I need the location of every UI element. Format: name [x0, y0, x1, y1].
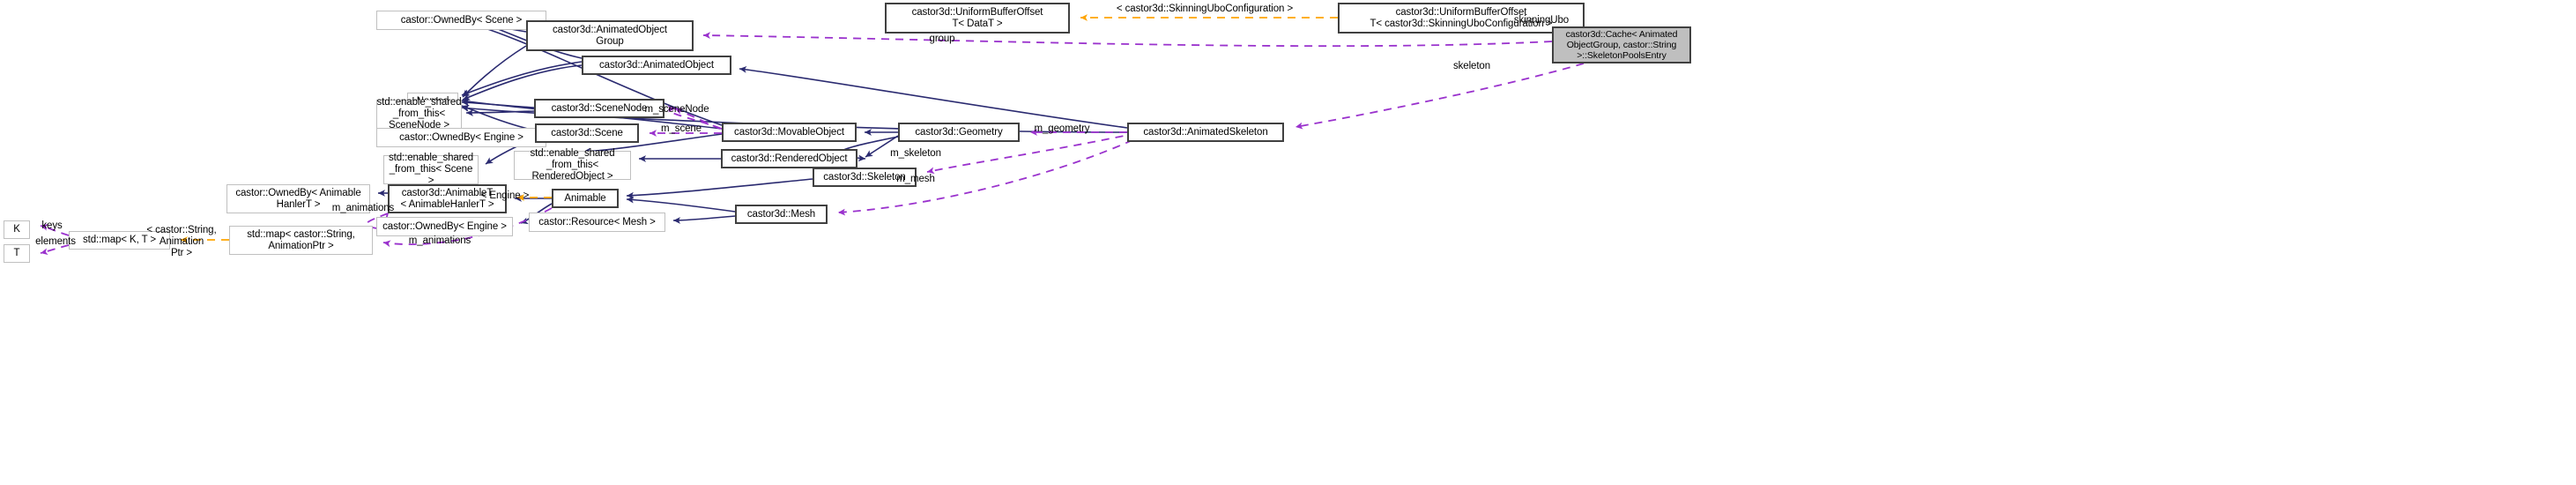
- node-castor3d-cache-skeletonpoolsentry[interactable]: castor3d::Cache< Animated ObjectGroup, c…: [1552, 26, 1691, 63]
- edge-label-keys: keys: [41, 220, 63, 231]
- node-castor-ownedby-scene[interactable]: castor::OwnedBy< Scene >: [376, 11, 546, 30]
- edge-label-elements: elements: [35, 236, 76, 247]
- node-castor-ownedby-engine-1[interactable]: castor::OwnedBy< Engine >: [376, 128, 546, 147]
- node-castor3d-mesh[interactable]: castor3d::Mesh: [735, 205, 828, 224]
- node-template-param-k[interactable]: K: [4, 220, 30, 239]
- node-castor3d-animatedobjectgroup[interactable]: castor3d::AnimatedObject Group: [526, 20, 694, 51]
- edge-label-m-geometry: m_geometry: [1034, 123, 1090, 134]
- node-castor3d-geometry[interactable]: castor3d::Geometry: [898, 123, 1020, 142]
- edge-label-m-skeleton: m_skeleton: [890, 148, 941, 159]
- edge-label-skinningubo: skinningUbo: [1513, 15, 1570, 26]
- node-std-enable-shared-from-this-scenenode-visible[interactable]: std::enable_shared _from_this< SceneNode…: [376, 97, 462, 131]
- node-castor3d-renderedobject[interactable]: castor3d::RenderedObject: [721, 149, 857, 168]
- node-std-map-string-animationptr[interactable]: std::map< castor::String, AnimationPtr >: [229, 226, 373, 255]
- node-castor3d-movableobject[interactable]: castor3d::MovableObject: [722, 123, 857, 142]
- node-template-param-t[interactable]: T: [4, 244, 30, 263]
- edge-layer: [40, 14, 1585, 256]
- edge-label-m-scene: m_scene: [661, 123, 702, 134]
- edge-label-m-mesh: m_mesh: [896, 174, 935, 184]
- node-std-enable-shared-from-this-scene[interactable]: std::enable_shared _from_this< Scene >: [383, 153, 479, 186]
- edge-label-m-animations-2: m_animations: [408, 235, 471, 246]
- edge-label-engine-template: < Engine >: [480, 190, 530, 201]
- edge-label-group: group: [929, 34, 955, 44]
- collaboration-diagram: castor::OwnedBy< Scene > castor3d::Anima…: [0, 0, 2576, 485]
- node-castor-resource-mesh[interactable]: castor::Resource< Mesh >: [529, 213, 665, 232]
- edge-label-string-animationptr-template: < castor::String, Animation Ptr >: [146, 225, 217, 258]
- edge-label-m-scenenode: m_sceneNode: [644, 104, 709, 115]
- edge-label-m-animations-1: m_animations: [331, 203, 395, 213]
- node-animable[interactable]: Animable: [552, 189, 619, 208]
- node-castor-ownedby-engine-2[interactable]: castor::OwnedBy< Engine >: [376, 217, 513, 236]
- node-castor3d-uniformbufferoffsett-datat[interactable]: castor3d::UniformBufferOffset T< DataT >: [885, 3, 1070, 34]
- node-castor3d-animatedskeleton[interactable]: castor3d::AnimatedSkeleton: [1127, 123, 1284, 142]
- node-castor3d-animatedobject[interactable]: castor3d::AnimatedObject: [582, 56, 731, 75]
- node-std-enable-shared-from-this-renderedobject[interactable]: std::enable_shared _from_this< RenderedO…: [514, 148, 631, 182]
- edge-label-skeleton: skeleton: [1452, 61, 1491, 71]
- node-castor3d-scene[interactable]: castor3d::Scene: [535, 123, 639, 143]
- edge-label-skinninguboconfiguration-template: < castor3d::SkinningUboConfiguration >: [1116, 4, 1294, 14]
